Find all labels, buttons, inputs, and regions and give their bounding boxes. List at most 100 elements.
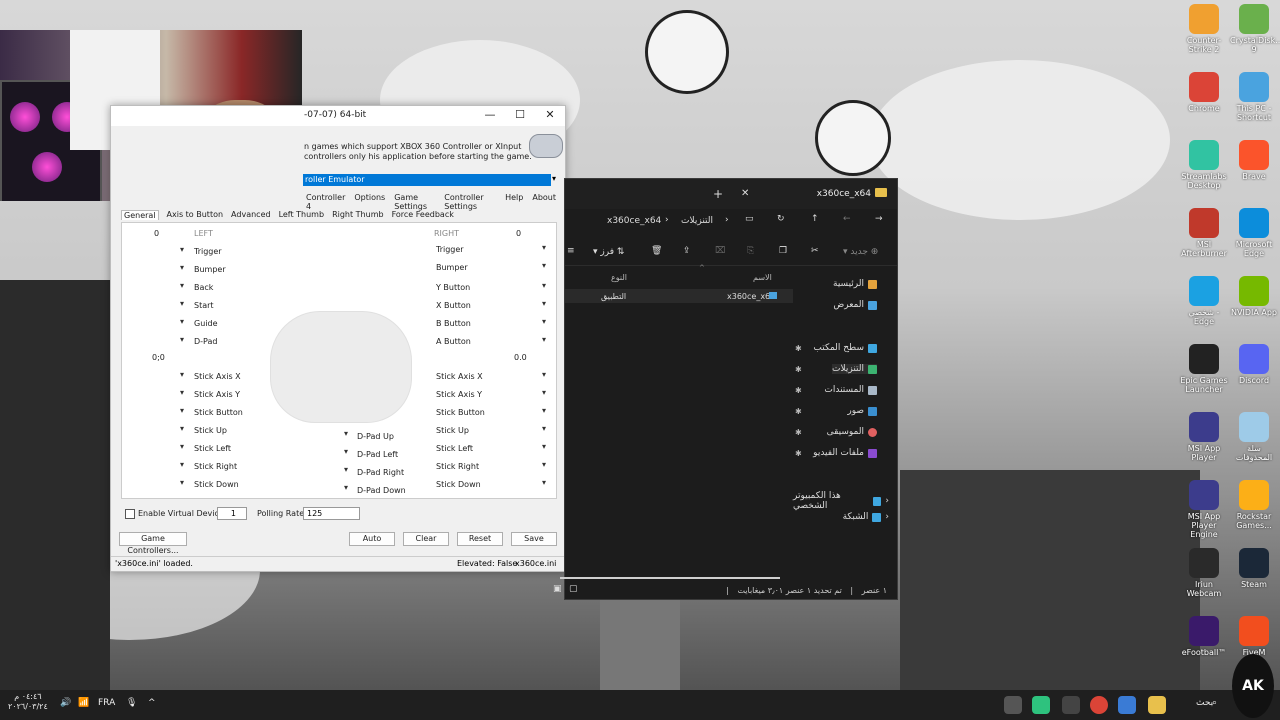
nav-downloads[interactable]: التنزيلات xyxy=(832,364,877,374)
nav-home[interactable]: الرئيسية xyxy=(833,279,877,289)
dpad-right-dropdown[interactable] xyxy=(288,465,350,477)
back-arrow-icon[interactable]: ← xyxy=(843,214,851,224)
desktop-icon[interactable]: Counter-Strike 2 xyxy=(1180,4,1228,54)
menu-options[interactable]: Options xyxy=(354,193,385,211)
volume-icon[interactable]: 🔊 xyxy=(60,698,71,708)
nav-videos[interactable]: ملفات الفيديو xyxy=(813,448,877,458)
file-explorer-window[interactable]: + ✕ x360ce_x64 x360ce_x64 › التنزيلات › … xyxy=(553,178,898,600)
polling-rate-select[interactable]: 125 xyxy=(303,507,360,520)
chevron-down-icon[interactable]: ▾ xyxy=(552,174,556,183)
tab-left-thumb[interactable]: Left Thumb xyxy=(279,210,325,220)
left-stick-up-dropdown[interactable] xyxy=(124,424,186,436)
left-stick-button-dropdown[interactable] xyxy=(124,406,186,418)
desktop-icon[interactable]: شخصي - Edge xyxy=(1180,276,1228,326)
desktop-icon[interactable]: Chrome xyxy=(1180,72,1228,113)
start-dropdown[interactable] xyxy=(124,299,186,311)
y-button-dropdown[interactable] xyxy=(486,281,548,293)
nav-network[interactable]: الشبكة › xyxy=(843,512,889,522)
right-stick-down-dropdown[interactable] xyxy=(486,478,548,490)
copy-icon[interactable]: ❐ xyxy=(779,246,787,256)
share-icon[interactable]: ⇪ xyxy=(683,246,691,256)
menu-controller-settings[interactable]: Controller Settings xyxy=(444,193,496,211)
nav-desktop[interactable]: سطح المكتب xyxy=(813,343,877,353)
new-tab-button[interactable]: + xyxy=(713,187,723,201)
taskbar-search-label[interactable]: بحث xyxy=(1196,698,1213,708)
table-row[interactable]: التطبيق x360ce_x64 xyxy=(565,289,793,303)
desktop-icon[interactable]: NVIDIA App xyxy=(1230,276,1278,317)
tab-right-thumb[interactable]: Right Thumb xyxy=(332,210,384,220)
desktop-icon[interactable]: Epic Games Launcher xyxy=(1180,344,1228,394)
taskbar-app-icon[interactable] xyxy=(1062,696,1080,714)
nav-pictures[interactable]: صور xyxy=(847,406,877,416)
left-stick-left-dropdown[interactable] xyxy=(124,442,186,454)
chevron-right-icon[interactable]: › xyxy=(885,496,889,506)
right-bumper-dropdown[interactable] xyxy=(486,261,548,273)
explorer-address-bar[interactable]: x360ce_x64 › التنزيلات › ▭ ↻ ↑ ← → xyxy=(565,209,897,235)
menu-game-settings[interactable]: Game Settings xyxy=(394,193,435,211)
desktop-icon[interactable]: Steam xyxy=(1230,548,1278,589)
x360ce-window[interactable]: -07-07) 64-bit — ☐ ✕ n games which suppo… xyxy=(110,105,566,572)
taskbar-chrome-icon[interactable] xyxy=(1090,696,1108,714)
up-arrow-icon[interactable]: ↑ xyxy=(811,214,819,224)
virtual-device-spinner[interactable]: 1 xyxy=(217,507,247,520)
game-controllers-button[interactable]: Game Controllers... xyxy=(119,532,187,555)
dpad-left-dropdown[interactable] xyxy=(288,447,350,459)
desktop-icon[interactable]: Microsoft Edge xyxy=(1230,208,1278,258)
left-bumper-dropdown[interactable] xyxy=(124,263,186,275)
new-button[interactable]: ▾ جديد ⊕ xyxy=(843,247,878,257)
right-stick-button-dropdown[interactable] xyxy=(486,406,548,418)
left-stick-right-dropdown[interactable] xyxy=(124,460,186,472)
sort-button[interactable]: ▾ فرز ⇅ xyxy=(593,247,624,257)
wifi-icon[interactable]: 📶 xyxy=(78,698,89,708)
desktop-icon[interactable]: MSI App Player xyxy=(1180,412,1228,462)
scrollbar[interactable] xyxy=(560,577,780,579)
desktop-icon[interactable]: Iriun Webcam xyxy=(1180,548,1228,598)
auto-button[interactable]: Auto xyxy=(349,532,395,546)
desktop-icon[interactable]: Discord xyxy=(1230,344,1278,385)
clear-button[interactable]: Clear xyxy=(403,532,449,546)
desktop-icon[interactable]: Rockstar Games... xyxy=(1230,480,1278,530)
desktop-icon[interactable]: CrystalDisk... 9 xyxy=(1230,4,1280,54)
right-trigger-dropdown[interactable] xyxy=(486,243,548,255)
left-trigger-dropdown[interactable] xyxy=(124,245,186,257)
back-dropdown[interactable] xyxy=(124,281,186,293)
taskbar-streamlabs-icon[interactable] xyxy=(1032,696,1050,714)
breadcrumb-downloads[interactable]: التنزيلات xyxy=(681,216,713,226)
chevron-right-icon[interactable]: › xyxy=(885,512,889,522)
tab-axis-to-button[interactable]: Axis to Button xyxy=(167,210,224,220)
column-name[interactable]: الاسم xyxy=(753,273,772,282)
desktop-icon[interactable]: سلة المحذوفات xyxy=(1230,412,1278,462)
refresh-icon[interactable]: ↻ xyxy=(777,214,785,224)
close-tab-icon[interactable]: ✕ xyxy=(741,188,749,199)
tab-force-feedback[interactable]: Force Feedback xyxy=(392,210,454,220)
breadcrumb-current[interactable]: x360ce_x64 xyxy=(607,216,661,226)
nav-music[interactable]: الموسيقى xyxy=(827,427,877,437)
paste-icon[interactable]: ⎘ xyxy=(747,246,754,256)
left-stick-axis-x-dropdown[interactable] xyxy=(124,370,186,382)
explorer-tab-title[interactable]: x360ce_x64 xyxy=(817,189,871,199)
taskbar-store-icon[interactable] xyxy=(1118,696,1136,714)
dpad-down-dropdown[interactable] xyxy=(288,483,350,495)
right-stick-axis-y-dropdown[interactable] xyxy=(486,388,548,400)
tab-advanced[interactable]: Advanced xyxy=(231,210,271,220)
menu-controller-4[interactable]: Controller 4 xyxy=(306,193,345,211)
b-button-dropdown[interactable] xyxy=(486,317,548,329)
view-tiles-icon[interactable]: ▢ xyxy=(569,584,578,594)
right-stick-axis-x-dropdown[interactable] xyxy=(486,370,548,382)
desktop-icon[interactable]: MSI Afterburner xyxy=(1180,208,1228,258)
maximize-button[interactable]: ☐ xyxy=(505,108,535,124)
desktop-icon[interactable]: Brave xyxy=(1230,140,1278,181)
enable-virtual-device-checkbox[interactable] xyxy=(125,509,135,519)
right-stick-up-dropdown[interactable] xyxy=(486,424,548,436)
menu-help[interactable]: Help xyxy=(505,193,523,211)
language-indicator[interactable]: FRA xyxy=(98,698,115,708)
nav-gallery[interactable]: المعرض xyxy=(833,300,877,310)
desktop-icon[interactable]: Streamlabs Desktop xyxy=(1180,140,1228,190)
microphone-icon[interactable]: 🎙 xyxy=(126,698,137,708)
dpad-dropdown[interactable] xyxy=(124,335,186,347)
delete-icon[interactable]: 🗑 xyxy=(651,246,662,256)
clock[interactable]: ٠٤:٤٦ م ٢٠٢٦/٠٣/٢٤ xyxy=(8,692,48,712)
minimize-button[interactable]: — xyxy=(475,108,505,124)
desktop-icon[interactable]: FiveM xyxy=(1230,616,1278,657)
view-details-icon[interactable]: ▣ xyxy=(553,584,562,594)
